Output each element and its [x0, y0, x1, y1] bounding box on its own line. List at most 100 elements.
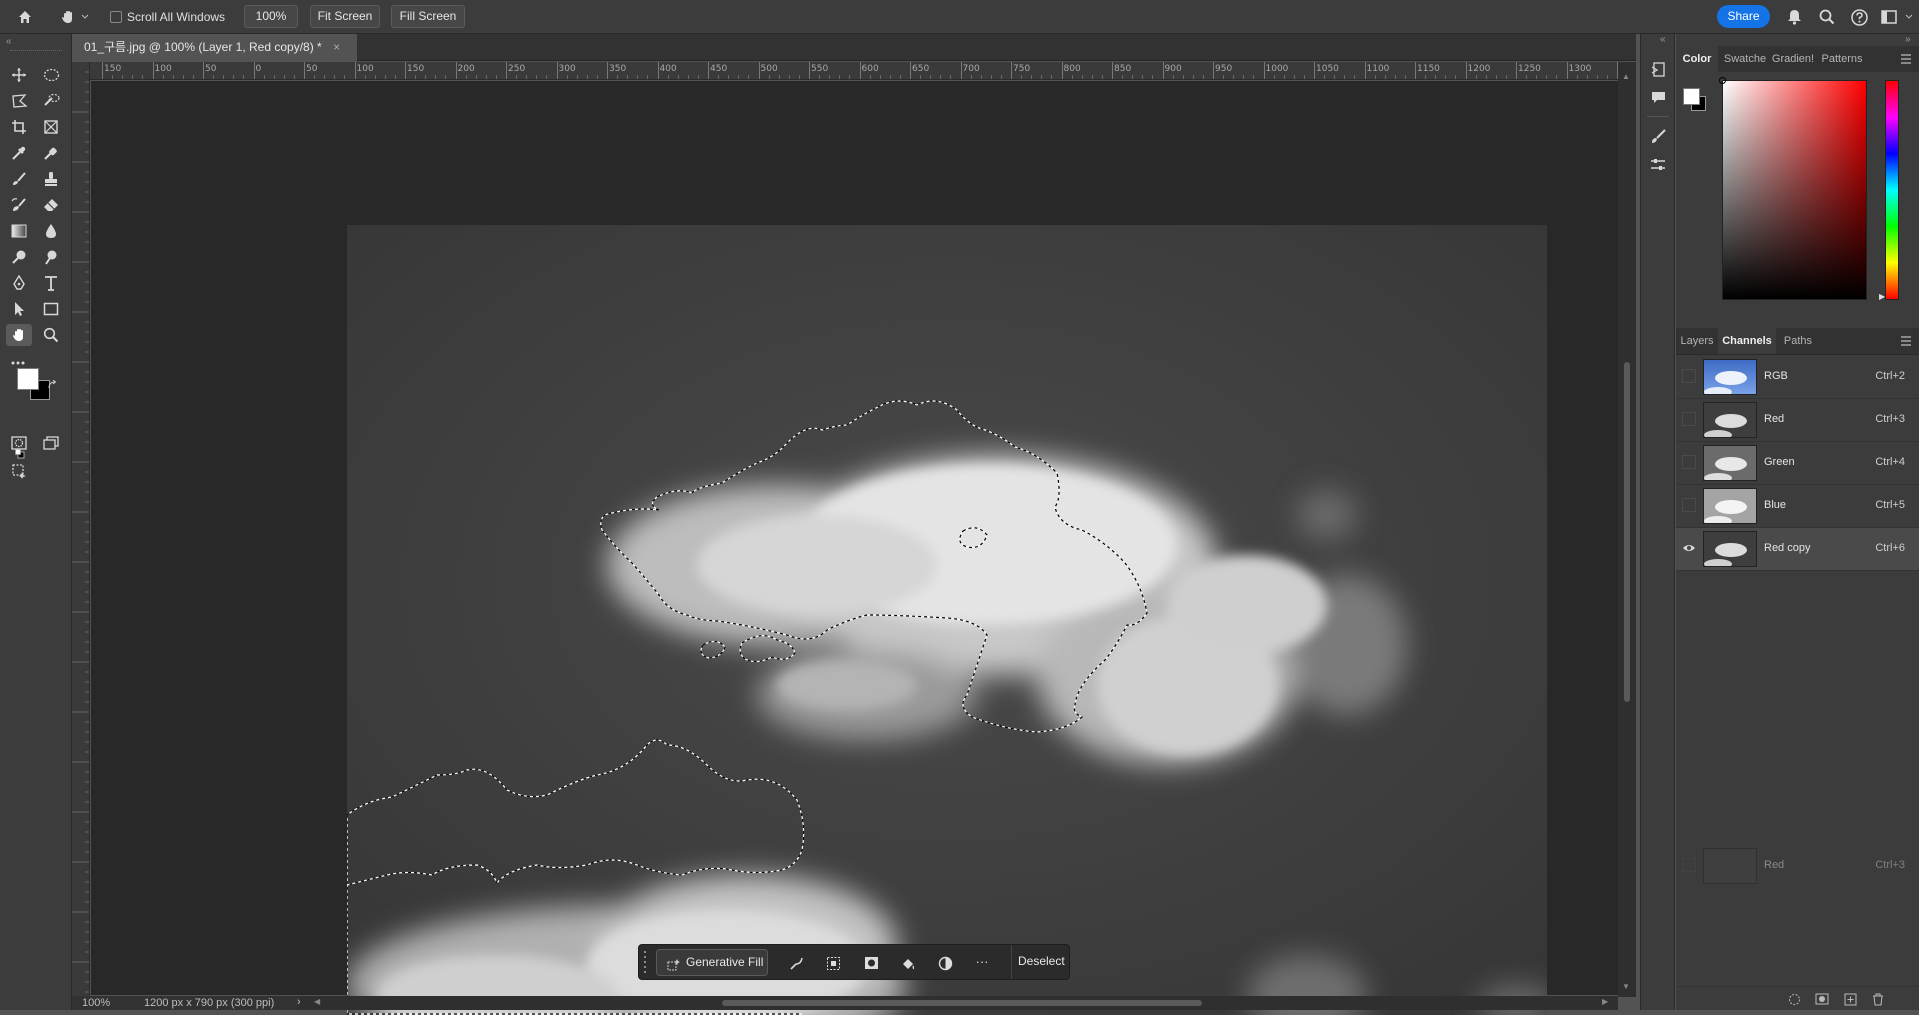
- adjustment-layer-icon[interactable]: [935, 953, 955, 973]
- hue-slider-handle[interactable]: ▶: [1879, 292, 1885, 301]
- frame-tool-icon[interactable]: [38, 116, 64, 138]
- tab-color[interactable]: Color: [1676, 46, 1718, 72]
- vertical-scroll-thumb[interactable]: [1624, 362, 1630, 702]
- tab-gradients[interactable]: Gradien!: [1771, 46, 1815, 72]
- chevron-down-icon[interactable]: [1903, 8, 1915, 26]
- tab-layers[interactable]: Layers: [1676, 328, 1718, 354]
- history-brush-tool-icon[interactable]: [6, 194, 32, 216]
- modify-selection-icon[interactable]: [786, 953, 806, 973]
- toolbar-grip[interactable]: [10, 50, 62, 53]
- foreground-color-swatch[interactable]: [17, 368, 39, 390]
- spot-healing-brush-tool-icon[interactable]: [38, 142, 64, 164]
- channel-visibility-toggle[interactable]: [1682, 369, 1696, 383]
- crop-tool-icon[interactable]: [6, 116, 32, 138]
- quick-mask-icon[interactable]: [6, 432, 32, 454]
- channel-visibility-toggle[interactable]: [1682, 455, 1696, 469]
- status-menu-arrow[interactable]: ›: [297, 996, 301, 1008]
- zoom-level-field[interactable]: 100%: [244, 5, 298, 28]
- status-zoom[interactable]: 100%: [82, 997, 110, 1009]
- channel-visibility-toggle[interactable]: [1682, 412, 1696, 426]
- share-button[interactable]: Share: [1717, 5, 1770, 28]
- history-panel-icon[interactable]: [1648, 59, 1668, 79]
- document-image[interactable]: [347, 225, 1547, 1015]
- deselect-button[interactable]: Deselect: [1018, 954, 1065, 968]
- chevron-down-icon[interactable]: [80, 8, 90, 26]
- channel-row-rgb[interactable]: RGB Ctrl+2: [1676, 356, 1919, 399]
- eyedropper-tool-icon[interactable]: [6, 142, 32, 164]
- tab-paths[interactable]: Paths: [1778, 328, 1818, 354]
- adjustments-panel-icon[interactable]: [1648, 154, 1668, 174]
- elliptical-marquee-tool-icon[interactable]: [38, 64, 64, 86]
- tab-patterns[interactable]: Patterns: [1818, 46, 1866, 72]
- select-and-mask-icon[interactable]: [823, 953, 843, 973]
- collapse-strip-icon[interactable]: «: [1660, 34, 1666, 45]
- polygonal-lasso-tool-icon[interactable]: [6, 90, 32, 112]
- document-tab[interactable]: 01_구름.jpg @ 100% (Layer 1, Red copy/8) *…: [72, 34, 357, 61]
- ruler-tick-label: 950: [1215, 64, 1233, 74]
- scroll-down-icon[interactable]: ▼: [1622, 982, 1630, 991]
- canvas-area[interactable]: [91, 81, 1619, 1015]
- help-icon[interactable]: [1848, 6, 1870, 28]
- brushes-panel-icon[interactable]: [1648, 126, 1668, 146]
- comments-panel-icon[interactable]: [1648, 87, 1668, 107]
- bell-icon[interactable]: [1783, 6, 1805, 28]
- pen-tool-icon[interactable]: [6, 272, 32, 294]
- search-icon[interactable]: [1816, 6, 1838, 28]
- vertical-scrollbar[interactable]: ▲ ▼: [1618, 62, 1636, 997]
- clone-stamp-tool-icon[interactable]: [38, 168, 64, 190]
- channel-row-green[interactable]: Green Ctrl+4: [1676, 442, 1919, 485]
- object-selection-tool-icon[interactable]: [38, 90, 64, 112]
- channel-visibility-toggle[interactable]: [1682, 498, 1696, 512]
- close-tab-icon[interactable]: ×: [333, 40, 340, 54]
- scroll-all-windows-checkbox[interactable]: [110, 11, 122, 23]
- panel-menu-icon[interactable]: [1900, 336, 1912, 346]
- gradient-tool-icon[interactable]: [6, 220, 32, 242]
- path-selection-tool-icon[interactable]: [6, 298, 32, 320]
- rectangle-tool-icon[interactable]: [38, 298, 64, 320]
- brush-tool-icon[interactable]: [6, 168, 32, 190]
- create-mask-icon[interactable]: [861, 953, 881, 973]
- tab-channels[interactable]: Channels: [1718, 328, 1776, 354]
- screen-mode-icon[interactable]: [38, 432, 64, 454]
- collapse-panels-icon[interactable]: »: [1905, 34, 1911, 45]
- scroll-right-icon[interactable]: ▶: [1602, 997, 1608, 1006]
- load-selection-icon[interactable]: [1786, 991, 1802, 1007]
- taskbar-grip-icon[interactable]: [642, 949, 648, 975]
- workspace-icon[interactable]: [1878, 6, 1900, 28]
- trash-icon[interactable]: [1870, 991, 1886, 1007]
- fill-screen-button[interactable]: Fill Screen: [391, 5, 465, 28]
- color-picker-marker[interactable]: [1719, 77, 1726, 84]
- color-foreground-swatch[interactable]: [1683, 88, 1700, 105]
- channel-row-red[interactable]: Red Ctrl+3: [1676, 399, 1919, 442]
- dodge-tool-icon[interactable]: [6, 246, 32, 268]
- hand-tool-icon[interactable]: [6, 324, 32, 346]
- horizontal-scrollbar[interactable]: ◀ ▶: [300, 996, 1618, 1010]
- tab-swatches[interactable]: Swatche: [1721, 46, 1769, 72]
- color-field[interactable]: [1722, 80, 1867, 300]
- generative-tool-icon[interactable]: [6, 460, 32, 482]
- more-options-icon[interactable]: ···: [971, 954, 993, 972]
- scroll-left-icon[interactable]: ◀: [314, 997, 320, 1006]
- sponge-tool-icon[interactable]: [38, 246, 64, 268]
- eraser-tool-icon[interactable]: [38, 194, 64, 216]
- save-selection-icon[interactable]: [1814, 991, 1830, 1007]
- generative-fill-button[interactable]: Generative Fill: [656, 949, 768, 976]
- hue-slider[interactable]: [1885, 80, 1899, 300]
- fill-selection-icon[interactable]: [898, 953, 918, 973]
- scroll-up-icon[interactable]: ▲: [1622, 72, 1630, 81]
- fit-screen-button[interactable]: Fit Screen: [310, 5, 380, 28]
- zoom-tool-icon[interactable]: [38, 324, 64, 346]
- swap-colors-icon[interactable]: [48, 379, 58, 390]
- eye-icon[interactable]: [1682, 542, 1696, 554]
- horizontal-scroll-thumb[interactable]: [722, 1000, 1202, 1006]
- new-channel-icon[interactable]: [1842, 991, 1858, 1007]
- type-tool-icon[interactable]: [38, 272, 64, 294]
- channel-row-red-copy[interactable]: Red copy Ctrl+6: [1676, 528, 1919, 571]
- blur-tool-icon[interactable]: [38, 220, 64, 242]
- move-tool-icon[interactable]: [6, 64, 32, 86]
- panel-menu-icon[interactable]: [1900, 54, 1912, 64]
- hand-tool-icon[interactable]: [58, 6, 78, 28]
- home-icon[interactable]: [14, 6, 36, 28]
- collapse-panel-icon[interactable]: «: [6, 36, 12, 47]
- channel-row-blue[interactable]: Blue Ctrl+5: [1676, 485, 1919, 528]
